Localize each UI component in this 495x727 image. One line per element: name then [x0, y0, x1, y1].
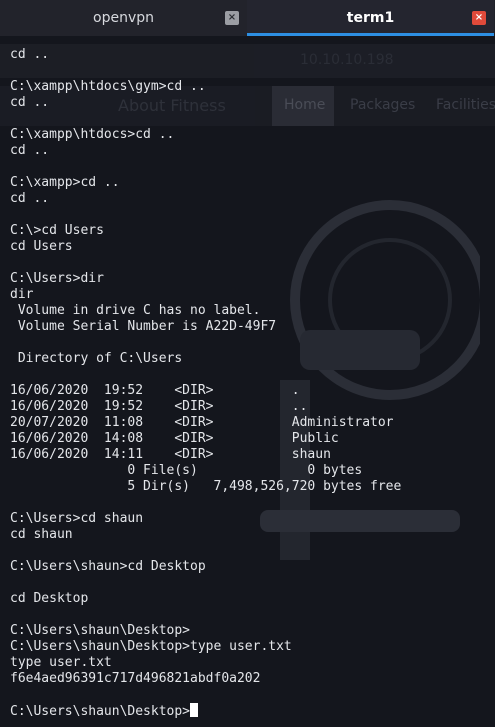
terminal-line: 16/06/2020 14:08 <DIR> Public — [10, 431, 339, 446]
terminal-line: 16/06/2020 14:11 <DIR> shaun — [10, 447, 331, 462]
terminal-line: C:\Users\shaun\Desktop>type user.txt — [10, 639, 292, 654]
terminal-line: cd Desktop — [10, 591, 89, 606]
terminal-line: cd .. — [10, 191, 50, 206]
command-prompt[interactable]: C:\Users\shaun\Desktop> — [10, 703, 490, 719]
terminal-line: C:\Users>dir — [10, 271, 104, 286]
terminal-line: 0 File(s) 0 bytes — [10, 463, 363, 478]
terminal-line: cd shaun — [10, 527, 73, 542]
terminal-line: C:\Users\shaun\Desktop> — [10, 623, 191, 638]
close-icon[interactable]: × — [225, 11, 239, 25]
terminal-line: 16/06/2020 19:52 <DIR> .. — [10, 399, 308, 414]
text-cursor — [190, 703, 199, 717]
terminal-line: 20/07/2020 11:08 <DIR> Administrator — [10, 415, 394, 430]
terminal-line: Directory of C:\Users — [10, 351, 183, 366]
tab-label: openvpn — [93, 10, 154, 26]
terminal-line: f6e4aed96391c717d496821abdf0a202 — [10, 671, 261, 686]
terminal-line: type user.txt — [10, 655, 112, 670]
terminal-line: C:\Users\shaun>cd Desktop — [10, 559, 206, 574]
terminal-line: Volume Serial Number is A22D-49F7 — [10, 319, 277, 334]
terminal-line: cd Users — [10, 239, 73, 254]
terminal-line: C:\xampp>cd .. — [10, 175, 120, 190]
close-icon[interactable]: × — [472, 11, 486, 25]
tab-term1[interactable]: term1 × — [247, 0, 494, 36]
terminal-line: C:\xampp\htdocs\gym>cd .. — [10, 79, 206, 94]
terminal-line: C:\>cd Users — [10, 223, 104, 238]
terminal-line: cd .. — [10, 95, 50, 110]
terminal-line: cd .. — [10, 47, 50, 62]
tab-openvpn[interactable]: openvpn × — [0, 0, 247, 36]
tab-label: term1 — [346, 10, 395, 26]
terminal-output[interactable]: cd .. C:\xampp\htdocs\gym>cd .. cd .. C:\xa… — [10, 47, 490, 719]
terminal-tabbar: openvpn × term1 × — [0, 0, 495, 36]
terminal-line: Volume in drive C has no label. — [10, 303, 261, 318]
terminal-line: C:\Users>cd shaun — [10, 511, 144, 526]
terminal-line: C:\xampp\htdocs>cd .. — [10, 127, 175, 142]
terminal-line: cd .. — [10, 143, 50, 158]
terminal-line: 5 Dir(s) 7,498,526,720 bytes free — [10, 479, 402, 494]
terminal-line: 16/06/2020 19:52 <DIR> . — [10, 383, 300, 398]
terminal-line: dir — [10, 287, 34, 302]
